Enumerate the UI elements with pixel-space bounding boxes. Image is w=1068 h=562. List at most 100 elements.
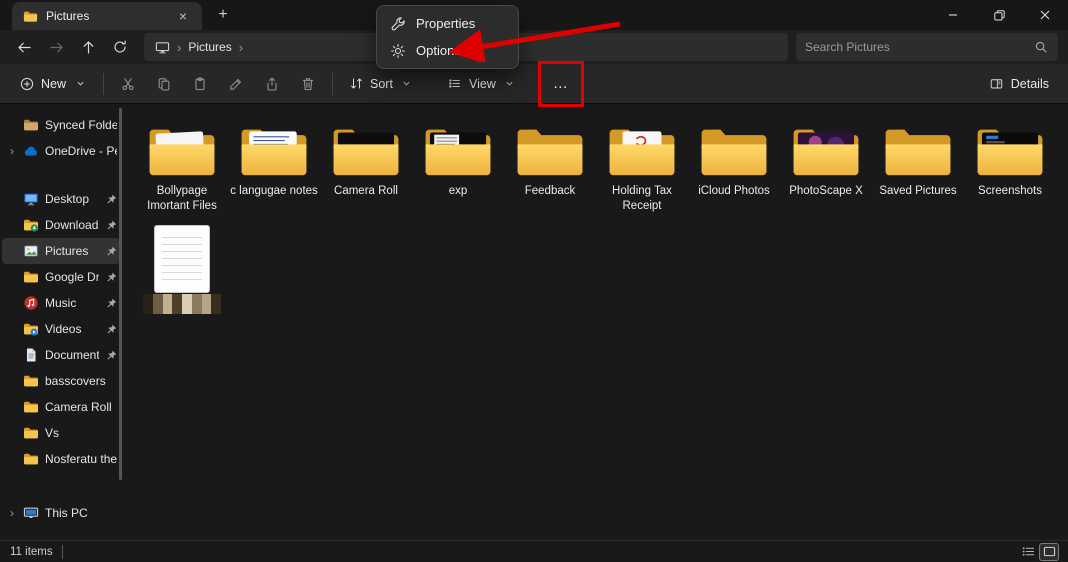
menu-item-label: Properties: [416, 16, 475, 31]
desktop-icon: [23, 191, 39, 207]
sidebar-item-camera-roll[interactable]: Camera Roll: [2, 394, 120, 420]
details-button[interactable]: Details: [980, 70, 1058, 98]
file-name: Camera Roll: [334, 184, 398, 199]
sidebar-item-label: This PC: [45, 506, 117, 520]
folder-icon: [23, 269, 39, 285]
folder-item[interactable]: Screenshots: [964, 122, 1056, 214]
folder-thumbnail: [239, 122, 309, 180]
sidebar-item-documents[interactable]: Documents: [2, 342, 120, 368]
folder-item[interactable]: Feedback: [504, 122, 596, 214]
restore-button[interactable]: [976, 0, 1022, 30]
refresh-button[interactable]: [104, 33, 136, 61]
sidebar-item-label: Videos: [45, 322, 99, 336]
view-button[interactable]: View: [438, 70, 527, 98]
tab-title: Pictures: [46, 9, 166, 23]
menu-item-options[interactable]: Options: [381, 37, 514, 64]
sidebar: Synced Folders ›OneDrive - Perso Desktop Do…: [0, 104, 122, 540]
up-button[interactable]: [72, 33, 104, 61]
folder-item[interactable]: Saved Pictures: [872, 122, 964, 214]
sidebar-item-label: Desktop: [45, 192, 99, 206]
pin-icon: [105, 324, 117, 335]
copy-icon: [156, 76, 172, 92]
see-more-button[interactable]: …: [543, 68, 579, 100]
view-toggles: [1019, 544, 1058, 560]
sidebar-list: Synced Folders ›OneDrive - Perso Desktop Do…: [0, 112, 122, 526]
back-button[interactable]: [8, 33, 40, 61]
file-name: PhotoScape X: [789, 184, 863, 199]
sidebar-item-synced-folders[interactable]: Synced Folders: [2, 112, 120, 138]
folder-icon: [23, 373, 39, 389]
folder-item[interactable]: PhotoScape X: [780, 122, 872, 214]
sidebar-item-label: Synced Folders: [45, 118, 117, 132]
file-explorer-window: Pictures × + › Pictures › New: [0, 0, 1068, 562]
details-view-toggle[interactable]: [1019, 544, 1037, 560]
menu-item-label: Options: [416, 43, 461, 58]
folder-item[interactable]: Bollypage Imortant Files: [136, 122, 228, 214]
navigation-bar: › Pictures ›: [0, 30, 1068, 64]
sort-button[interactable]: Sort: [339, 70, 424, 98]
folder-icon: [23, 399, 39, 415]
documents-icon: [23, 347, 39, 363]
new-button[interactable]: New: [10, 70, 97, 98]
file-item[interactable]: [136, 226, 228, 318]
forward-button[interactable]: [40, 33, 72, 61]
folder-item[interactable]: exp: [412, 122, 504, 214]
item-count: 11 items: [10, 545, 63, 559]
search-box[interactable]: [796, 33, 1058, 61]
main-panel[interactable]: Bollypage Imortant Filesc langugae notes…: [122, 104, 1068, 540]
large-icons-view-toggle[interactable]: [1040, 544, 1058, 560]
delete-button[interactable]: [290, 68, 326, 100]
toolbar-divider: [103, 73, 104, 95]
sidebar-item-label: Downloads: [45, 218, 99, 232]
details-pane-icon: [989, 76, 1005, 92]
sidebar-item-downloads[interactable]: Downloads: [2, 212, 120, 238]
share-button[interactable]: [254, 68, 290, 100]
sidebar-item-label: Documents: [45, 348, 99, 362]
sort-icon: [348, 76, 364, 92]
chevron-down-icon: [399, 76, 415, 92]
sidebar-item-this-pc[interactable]: › This PC: [2, 500, 120, 526]
chevron-right-icon[interactable]: ›: [7, 144, 17, 158]
menu-item-properties[interactable]: Properties: [381, 10, 514, 37]
close-button[interactable]: [1022, 0, 1068, 30]
tab-pictures[interactable]: Pictures ×: [12, 2, 202, 30]
breadcrumb-separator: ›: [239, 40, 243, 55]
sidebar-scrollbar[interactable]: [119, 108, 122, 480]
folder-item[interactable]: c langugae notes: [228, 122, 320, 214]
new-tab-button[interactable]: +: [210, 3, 236, 27]
options-gear-icon: [389, 42, 406, 59]
pin-icon: [105, 272, 117, 283]
tab-close-icon[interactable]: ×: [174, 7, 192, 25]
chevron-down-icon: [72, 76, 88, 92]
sidebar-item-nosferatu-the-va[interactable]: Nosferatu the Va: [2, 446, 120, 472]
rename-icon: [228, 76, 244, 92]
titlebar: Pictures × +: [0, 0, 1068, 30]
pin-icon: [105, 246, 117, 257]
chevron-right-icon[interactable]: ›: [7, 506, 17, 520]
copy-button[interactable]: [146, 68, 182, 100]
sidebar-item-videos[interactable]: Videos: [2, 316, 120, 342]
folder-item[interactable]: Camera Roll: [320, 122, 412, 214]
sidebar-item-music[interactable]: Music: [2, 290, 120, 316]
minimize-button[interactable]: [930, 0, 976, 30]
sidebar-item-onedrive-perso[interactable]: ›OneDrive - Perso: [2, 138, 120, 164]
folder-item[interactable]: Holding Tax Receipt: [596, 122, 688, 214]
search-input[interactable]: [805, 40, 1033, 54]
new-button-label: New: [41, 77, 66, 91]
sidebar-item-google-drive[interactable]: Google Drive: [2, 264, 120, 290]
paste-button[interactable]: [182, 68, 218, 100]
details-button-label: Details: [1011, 77, 1049, 91]
pin-icon: [105, 350, 117, 361]
sidebar-item-basscovers[interactable]: basscovers: [2, 368, 120, 394]
sidebar-item-label: Camera Roll: [45, 400, 117, 414]
breadcrumb-pictures[interactable]: Pictures: [188, 40, 231, 54]
sidebar-item-vs[interactable]: Vs: [2, 420, 120, 446]
folder-item[interactable]: iCloud Photos: [688, 122, 780, 214]
folder-icon: [23, 451, 39, 467]
sidebar-item-pictures[interactable]: Pictures: [2, 238, 120, 264]
sidebar-item-desktop[interactable]: Desktop: [2, 186, 120, 212]
rename-button[interactable]: [218, 68, 254, 100]
cut-button[interactable]: [110, 68, 146, 100]
plus-circle-icon: [19, 76, 35, 92]
music-icon: [23, 295, 39, 311]
